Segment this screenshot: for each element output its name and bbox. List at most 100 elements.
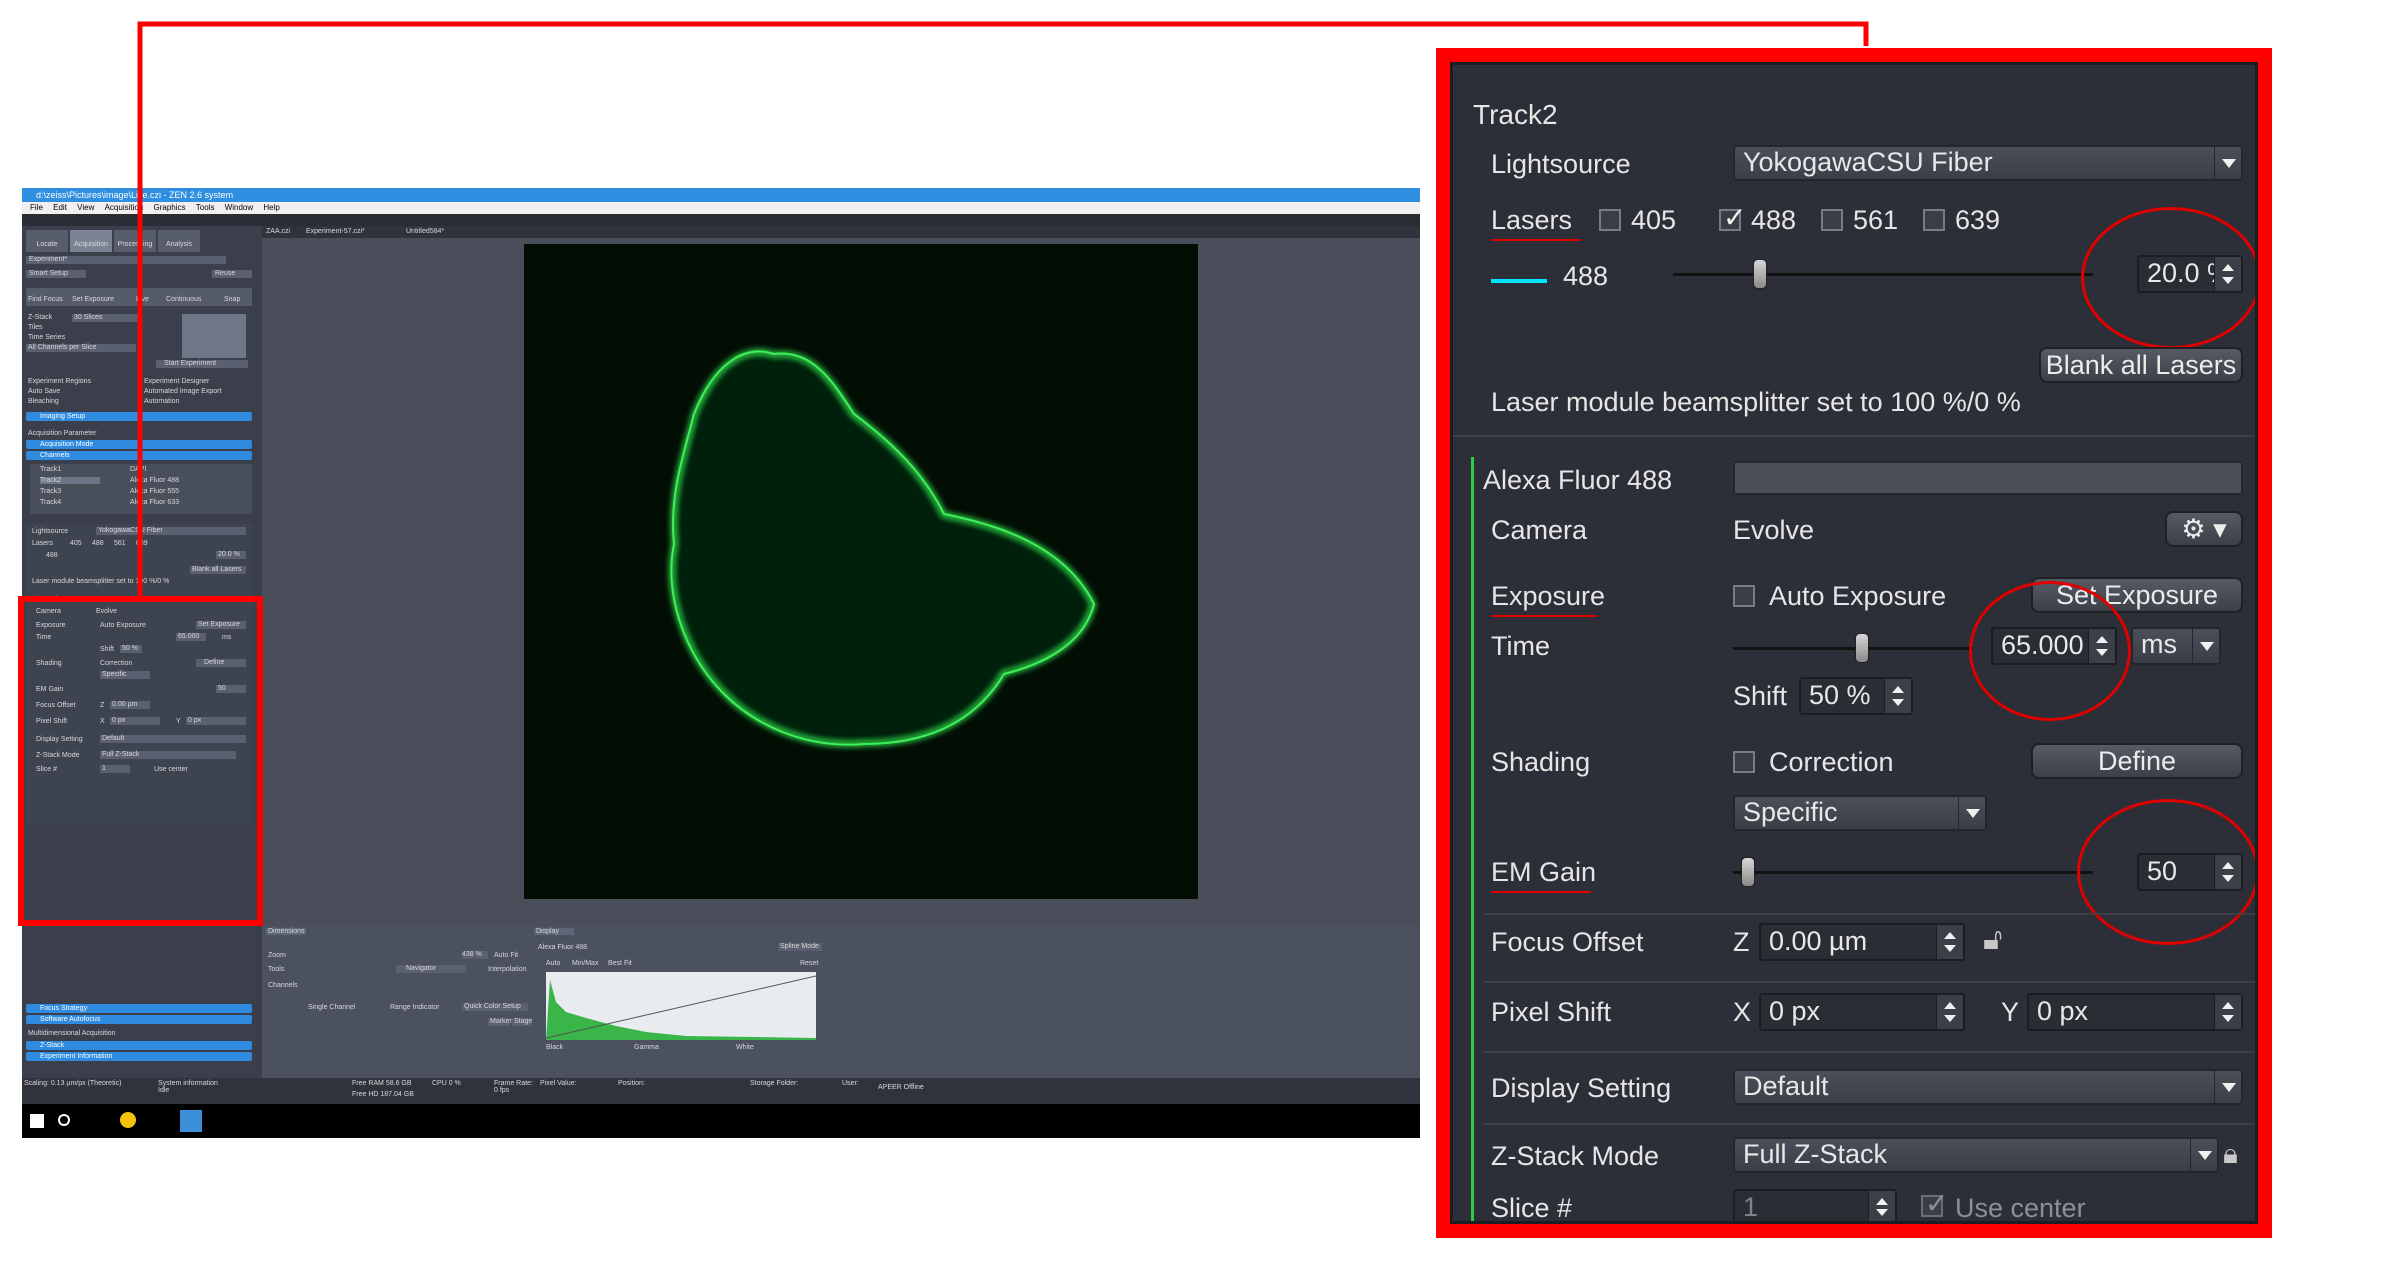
tab-acquisition[interactable]: Acquisition [70,230,112,252]
menu-window[interactable]: Window [225,203,253,212]
spin-arrows-icon[interactable] [2214,995,2241,1029]
all-channels-select[interactable]: All Channels per Slice [26,344,136,352]
interpolation-option[interactable]: Interpolation [488,966,527,973]
shading-mode-select[interactable]: Specific [1733,795,1987,831]
image-export-option[interactable]: Automated Image Export [144,388,221,395]
laser-405-checkbox[interactable] [1599,209,1621,231]
experiment-designer-option[interactable]: Experiment Designer [144,378,209,385]
menu-tools[interactable]: Tools [196,203,215,212]
pixel-shift-y-input[interactable]: 0 px [2027,993,2243,1031]
acquisition-mode-bar[interactable]: Acquisition Mode [26,440,252,449]
menu-view[interactable]: View [77,203,94,212]
display-tab[interactable]: Display [534,928,574,935]
spin-arrows-icon[interactable] [1936,995,1963,1029]
lightsource-select[interactable]: YokogawaCSU Fiber [1733,145,2243,181]
menu-graphics[interactable]: Graphics [154,203,186,212]
mini-blank-lasers-button[interactable]: Blank all Lasers [190,566,246,574]
auto-fit-option[interactable]: Auto Fit [494,952,518,959]
display-bestfit-button[interactable]: Best Fit [608,960,632,967]
mini-laser-639[interactable]: 639 [136,540,148,547]
experiment-info-bar[interactable]: Experiment Information [26,1052,252,1061]
quick-color-setup-button[interactable]: Quick Color Setup [462,1003,528,1011]
shift-input[interactable]: 50 % [1799,677,1913,715]
correction-checkbox[interactable] [1733,751,1755,773]
time-unit-select[interactable]: ms [2131,627,2221,665]
time-series-option[interactable]: Time Series [28,334,65,341]
set-exposure-button[interactable]: Set Exposure [72,296,114,303]
reuse-button[interactable]: Reuse [212,270,252,278]
auto-save-option[interactable]: Auto Save [28,388,60,395]
slice-input[interactable]: 1 [1733,1189,1897,1221]
stage-button[interactable]: Stage [512,1018,532,1026]
viewer-tab-3[interactable]: Untitled584* [406,228,444,235]
start-experiment-button[interactable]: Start Experiment [156,360,248,368]
menu-file[interactable]: File [30,203,43,212]
mini-lightsource-select[interactable]: YokogawaCSU Fiber [96,527,246,535]
exposure-slider-track[interactable] [1733,647,1973,650]
tiles-option[interactable]: Tiles [28,324,43,331]
spin-arrows-icon[interactable] [1884,679,1911,713]
em-gain-slider-thumb[interactable] [1741,857,1755,887]
tab-locate[interactable]: Locate [26,230,68,252]
viewer-tab-1[interactable]: ZAA.czi [266,228,290,235]
windows-start-icon[interactable] [30,1114,44,1128]
define-button[interactable]: Define [2031,743,2243,779]
spin-arrows-icon[interactable] [1936,925,1963,959]
blank-all-lasers-button[interactable]: Blank all Lasers [2039,347,2243,383]
display-minmax-button[interactable]: Min/Max [572,960,598,967]
zen-app-icon[interactable] [180,1110,202,1132]
track-row-3[interactable]: Track3 [40,488,61,495]
menu-acquisition[interactable]: Acquisition [105,203,144,212]
marker-button[interactable]: Marker [488,1018,512,1026]
bleaching-option[interactable]: Bleaching [28,398,59,405]
dimensions-tab[interactable]: Dimensions [266,928,306,935]
smart-setup-button[interactable]: Smart Setup [26,270,86,278]
range-indicator-option[interactable]: Range Indicator [390,1004,439,1011]
spline-mode-button[interactable]: Spline Mode [778,943,822,951]
laser-488-checkbox[interactable]: ✓ [1719,203,1746,233]
laser-power-slider-track[interactable] [1673,273,2093,276]
menu-edit[interactable]: Edit [53,203,67,212]
tab-analysis[interactable]: Analysis [158,230,200,252]
focus-strategy-bar[interactable]: Focus Strategy [26,1004,252,1013]
continuous-button[interactable]: Continuous [166,296,201,303]
search-icon[interactable] [58,1114,70,1126]
mini-laser-561[interactable]: 561 [114,540,126,547]
lock-icon[interactable]: 🔒︎ [2223,1135,2249,1173]
snap-button[interactable]: Snap [224,296,240,303]
track-row-2[interactable]: Track2 [40,477,100,484]
mini-laser-405[interactable]: 405 [70,540,82,547]
em-gain-slider-track[interactable] [1733,871,2093,874]
camera-settings-button[interactable]: ⚙ ▾ [2165,511,2243,547]
zoom-value[interactable]: 438 % [462,951,488,959]
laser-639-checkbox[interactable] [1923,209,1945,231]
display-setting-select[interactable]: Default [1733,1069,2243,1105]
zstack-option[interactable]: Z-Stack [28,314,52,321]
chrome-icon[interactable] [120,1112,136,1128]
imaging-setup-bar[interactable]: Imaging Setup [26,412,252,421]
menu-help[interactable]: Help [263,203,279,212]
experiment-select[interactable]: Experiment* [26,256,226,264]
zstack-mode-select[interactable]: Full Z-Stack [1733,1137,2219,1173]
viewer-tab-2[interactable]: Experiment-57.czi* [306,228,365,235]
tab-processing[interactable]: Processing [114,230,156,252]
track-row-1[interactable]: Track1 [40,466,61,473]
lock-icon[interactable]: 🔓︎ [1983,923,2009,957]
automation-option[interactable]: Automation [144,398,179,405]
laser-561-checkbox[interactable] [1821,209,1843,231]
mini-laser-power[interactable]: 20.0 % [216,551,246,559]
software-autofocus-bar[interactable]: Software Autofocus [26,1015,252,1024]
mini-laser-488[interactable]: 488 [92,540,104,547]
zstack-bar[interactable]: Z-Stack [26,1041,252,1050]
exposure-slider-thumb[interactable] [1855,633,1869,663]
single-channel-option[interactable]: Single Channel [308,1004,355,1011]
live-button[interactable]: Live [136,296,149,303]
channels-bar[interactable]: Channels [26,451,252,460]
pixel-shift-x-input[interactable]: 0 px [1759,993,1965,1031]
navigator-button[interactable]: Navigator [396,965,466,973]
display-reset-button[interactable]: Reset [800,960,818,967]
use-center-checkbox[interactable]: ✓ [1921,1189,1948,1219]
experiment-regions-option[interactable]: Experiment Regions [28,378,91,385]
spin-arrows-icon[interactable] [1868,1191,1895,1221]
auto-exposure-checkbox[interactable] [1733,585,1755,607]
